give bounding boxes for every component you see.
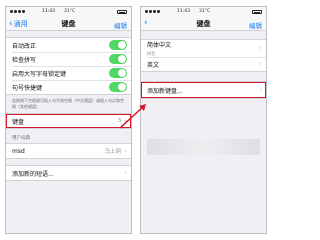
toggle-label: 句号快捷键	[12, 84, 43, 92]
arrow-icon	[119, 104, 146, 129]
add-keyboard-label: 添加新键盘...	[147, 87, 183, 95]
keyboards-group: 键盘 3 ›	[6, 113, 131, 129]
status-bar: 11:43 31°C	[141, 7, 266, 17]
user-dictionary-header: 用户词典	[12, 136, 30, 141]
caps-lock-toggle[interactable]	[109, 68, 127, 78]
caps-lock-row: 启用大写字母锁定键	[6, 66, 131, 80]
page-title: 键盘	[196, 19, 211, 28]
chevron-right-icon: ›	[259, 44, 262, 52]
toggle-label: 检查拼写	[12, 56, 37, 64]
period-shortcut-row: 句号快捷键	[6, 80, 131, 94]
chevron-left-icon: ‹	[144, 18, 148, 28]
back-button[interactable]: ‹ 通用	[9, 19, 28, 29]
keyboard-item-english[interactable]: 英文 ›	[141, 57, 266, 71]
signal-icon	[10, 10, 25, 13]
status-time: 11:43	[42, 9, 55, 14]
shortcut-phrase: 马上到	[104, 149, 122, 155]
auto-correct-row: 自动改正	[6, 38, 131, 52]
status-temp: 31°C	[199, 9, 211, 14]
shortcut-row[interactable]: msd 马上到 ›	[6, 144, 131, 158]
spell-check-toggle[interactable]	[109, 54, 127, 64]
keyboard-name: 简体中文	[147, 42, 172, 49]
battery-icon	[117, 10, 127, 14]
keyboard-item-chinese[interactable]: 简体中文 拼音 ›	[141, 40, 266, 57]
add-keyboard-group: 添加新键盘... ›	[141, 81, 266, 99]
navigation-bar: ‹ 通用 键盘 编辑	[6, 17, 131, 31]
period-shortcut-footnote: 连按两下空格键可插入句号和空格（中文键盘）或插入句点和空格（其他键盘）	[12, 98, 124, 109]
back-button[interactable]: ‹	[144, 19, 149, 28]
battery-icon	[252, 10, 262, 14]
edit-button[interactable]: 编辑	[249, 20, 262, 30]
period-shortcut-toggle[interactable]	[109, 82, 127, 92]
status-time: 11:43	[177, 9, 190, 14]
shortcut-label: msd	[12, 147, 25, 155]
chevron-left-icon: ‹	[9, 18, 13, 29]
keyboards-label: 键盘	[12, 118, 25, 126]
add-phrase-row[interactable]: 添加新的短语... ›	[6, 166, 131, 180]
keyboards-list: 简体中文 拼音 › 英文 ›	[141, 39, 266, 72]
edit-button[interactable]: 编辑	[114, 20, 127, 30]
spell-check-row: 检查拼写	[6, 52, 131, 66]
add-phrase-label: 添加新的短语...	[12, 170, 54, 178]
toggle-label: 自动改正	[12, 42, 37, 50]
phone-screen-keyboards-list: 11:43 31°C ‹ 键盘 编辑 简体中文 拼音 › 英文 › 添加新键盘.…	[140, 6, 267, 234]
phone-screen-keyboard-settings: 11:43 31°C ‹ 通用 键盘 编辑 自动改正 检查拼写 启用大写字母锁定…	[5, 6, 132, 234]
keyboard-name: 英文	[147, 61, 160, 69]
add-phrase-group: 添加新的短语... ›	[6, 165, 131, 181]
keyboards-row[interactable]: 键盘 3 ›	[6, 114, 131, 128]
chevron-right-icon: ›	[124, 169, 127, 177]
status-bar: 11:43 31°C	[6, 7, 131, 17]
toggle-group: 自动改正 检查拼写 启用大写字母锁定键 句号快捷键	[6, 37, 131, 95]
blurred-area	[147, 139, 260, 155]
signal-icon	[145, 10, 160, 13]
user-dictionary-group: msd 马上到 ›	[6, 143, 131, 159]
chevron-right-icon: ›	[259, 60, 262, 68]
status-temp: 31°C	[64, 9, 76, 14]
toggle-label: 启用大写字母锁定键	[12, 70, 67, 78]
add-keyboard-row[interactable]: 添加新键盘... ›	[141, 82, 266, 98]
back-label: 通用	[13, 20, 28, 28]
chevron-right-icon: ›	[124, 147, 127, 155]
auto-correct-toggle[interactable]	[109, 40, 127, 50]
chevron-right-icon: ›	[259, 86, 262, 94]
navigation-bar: ‹ 键盘 编辑	[141, 17, 266, 31]
